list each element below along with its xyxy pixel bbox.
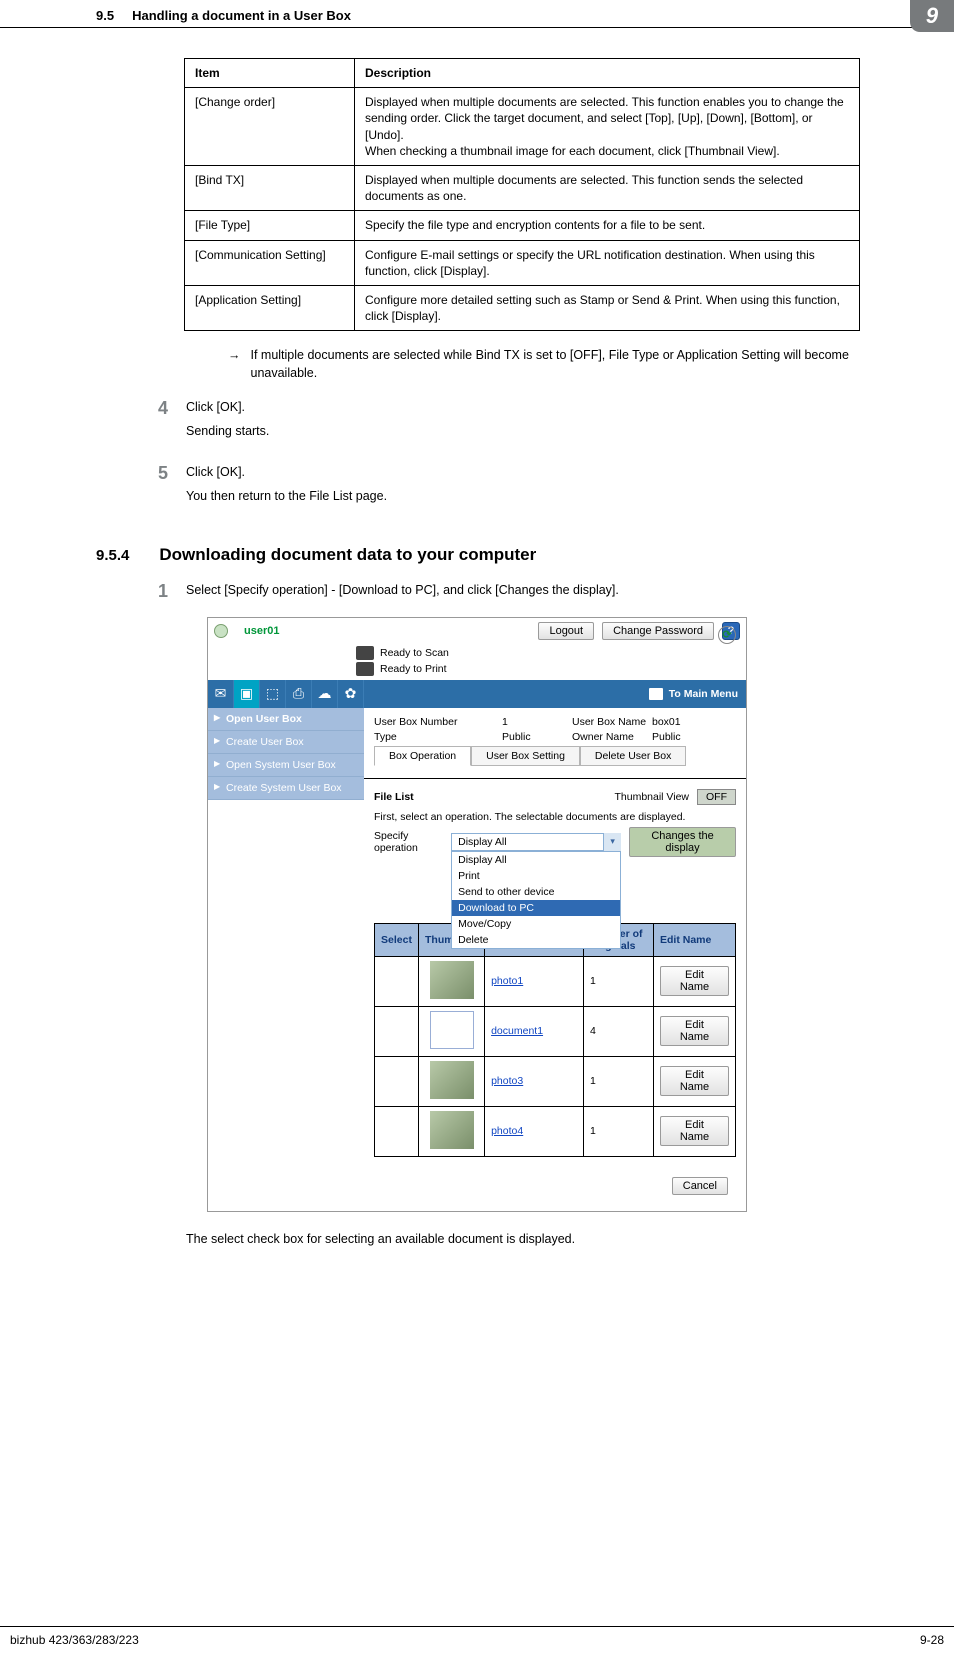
logout-button[interactable]: Logout [538, 622, 594, 640]
specify-operation-label: Specify operation [374, 830, 443, 854]
nav-tab-icon[interactable]: ⬚ [260, 680, 286, 708]
sidebar-item-create-system-user-box[interactable]: Create System User Box [208, 777, 364, 800]
doc-link[interactable]: photo3 [491, 1075, 523, 1087]
table-row: photo3 1 Edit Name [375, 1056, 736, 1106]
box-number-label: User Box Number [374, 716, 502, 728]
cancel-button[interactable]: Cancel [672, 1177, 728, 1195]
doc-link[interactable]: document1 [491, 1025, 543, 1037]
step-line: Click [OK]. [186, 398, 860, 416]
step-number: 1 [150, 581, 168, 602]
tab-user-box-setting[interactable]: User Box Setting [471, 746, 580, 766]
web-connection-window: user01 Logout Change Password ? Ready to… [207, 617, 747, 1212]
to-main-menu-icon [649, 688, 663, 700]
desc-th-desc: Description [355, 59, 860, 88]
step-number: 5 [150, 463, 168, 484]
thumbnail-image [430, 961, 474, 999]
file-list-title: File List [374, 791, 414, 803]
step-line: You then return to the File List page. [186, 487, 860, 505]
box-name-label: User Box Name [572, 716, 652, 728]
chevron-down-icon[interactable]: ▾ [603, 833, 621, 851]
nav-tab-icon[interactable]: ▣ [234, 680, 260, 708]
table-row: photo1 1 Edit Name [375, 956, 736, 1006]
step-line: Click [OK]. [186, 463, 860, 481]
dd-item-download[interactable]: Download to PC [452, 900, 620, 916]
owner-value: Public [652, 731, 736, 743]
step-line: Select [Specify operation] - [Download t… [186, 581, 860, 599]
thumbnail-image [430, 1011, 474, 1049]
dd-item-print[interactable]: Print [452, 868, 620, 884]
nav-tab-icon[interactable]: ✉ [208, 680, 234, 708]
sidebar-item-create-user-box[interactable]: Create User Box [208, 731, 364, 754]
dd-item-delete[interactable]: Delete [452, 932, 620, 948]
type-label: Type [374, 731, 502, 743]
status-scan: Ready to Scan [380, 647, 449, 659]
th-edit-name: Edit Name [654, 923, 736, 956]
thumbnail-off-button[interactable]: OFF [697, 789, 736, 805]
specify-operation-dropdown: Display All Print Send to other device D… [451, 851, 621, 949]
doc-count: 1 [584, 1056, 654, 1106]
step-line: Sending starts. [186, 422, 860, 440]
table-row: [File Type] Specify the file type and en… [185, 211, 860, 240]
owner-label: Owner Name [572, 731, 652, 743]
operation-note: First, select an operation. The selectab… [364, 805, 746, 827]
type-value: Public [502, 731, 572, 743]
edit-name-button[interactable]: Edit Name [660, 966, 729, 996]
table-row: [Change order] Displayed when multiple d… [185, 88, 860, 166]
footer-model: bizhub 423/363/283/223 [10, 1633, 139, 1647]
scanner-icon [356, 646, 374, 660]
th-select: Select [375, 923, 419, 956]
chapter-badge: 9 [910, 0, 954, 32]
specify-operation-select[interactable]: Display All [451, 833, 621, 851]
tab-box-operation[interactable]: Box Operation [374, 746, 471, 766]
doc-count: 1 [584, 1106, 654, 1156]
thumbnail-image [430, 1061, 474, 1099]
table-row: document1 4 Edit Name [375, 1006, 736, 1056]
printer-icon [356, 662, 374, 676]
box-name-value: box01 [652, 716, 736, 728]
arrow-note-text: If multiple documents are selected while… [251, 347, 859, 382]
select-note: The select check box for selecting an av… [186, 1232, 954, 1246]
subsection-title: Downloading document data to your comput… [159, 545, 536, 565]
table-row: [Application Setting] Configure more det… [185, 285, 860, 330]
arrow-icon: → [228, 347, 241, 382]
table-row: [Communication Setting] Configure E-mail… [185, 240, 860, 285]
sidebar-item-open-system-user-box[interactable]: Open System User Box [208, 754, 364, 777]
doc-link[interactable]: photo4 [491, 1125, 523, 1137]
user-name: user01 [240, 625, 530, 637]
status-print: Ready to Print [380, 663, 447, 675]
table-row: photo4 1 Edit Name [375, 1106, 736, 1156]
doc-count: 4 [584, 1006, 654, 1056]
arrow-note: → If multiple documents are selected whi… [228, 347, 858, 382]
nav-tab-icon[interactable]: ⎙ [286, 680, 312, 708]
sidebar-item-open-user-box[interactable]: Open User Box [208, 708, 364, 731]
to-main-menu-link[interactable]: To Main Menu [669, 688, 738, 700]
nav-tab-icon[interactable]: ✿ [338, 680, 364, 708]
thumbnail-image [430, 1111, 474, 1149]
changes-display-button[interactable]: Changes the display [629, 827, 736, 857]
edit-name-button[interactable]: Edit Name [660, 1066, 729, 1096]
doc-link[interactable]: photo1 [491, 975, 523, 987]
change-password-button[interactable]: Change Password [602, 622, 714, 640]
nav-tab-icon[interactable]: ☁ [312, 680, 338, 708]
edit-name-button[interactable]: Edit Name [660, 1016, 729, 1046]
section-title: Handling a document in a User Box [132, 8, 944, 23]
tab-delete-user-box[interactable]: Delete User Box [580, 746, 686, 766]
dd-item-display-all[interactable]: Display All [452, 852, 620, 868]
desc-th-item: Item [185, 59, 355, 88]
file-list-table: Select Thumbnail Number of Originals Edi… [374, 923, 736, 1157]
dd-item-move-copy[interactable]: Move/Copy [452, 916, 620, 932]
refresh-icon[interactable]: ⟳ [718, 626, 736, 644]
section-number: 9.5 [96, 8, 114, 23]
doc-count: 1 [584, 956, 654, 1006]
step-number: 4 [150, 398, 168, 419]
box-number-value: 1 [502, 716, 572, 728]
dd-item-send[interactable]: Send to other device [452, 884, 620, 900]
user-icon [214, 624, 228, 638]
subsection-number: 9.5.4 [96, 547, 129, 564]
description-table: Item Description [Change order] Displaye… [184, 58, 860, 331]
table-row: [Bind TX] Displayed when multiple docume… [185, 165, 860, 210]
thumbnail-view-label: Thumbnail View [614, 791, 689, 803]
edit-name-button[interactable]: Edit Name [660, 1116, 729, 1146]
footer-page: 9-28 [920, 1633, 944, 1647]
